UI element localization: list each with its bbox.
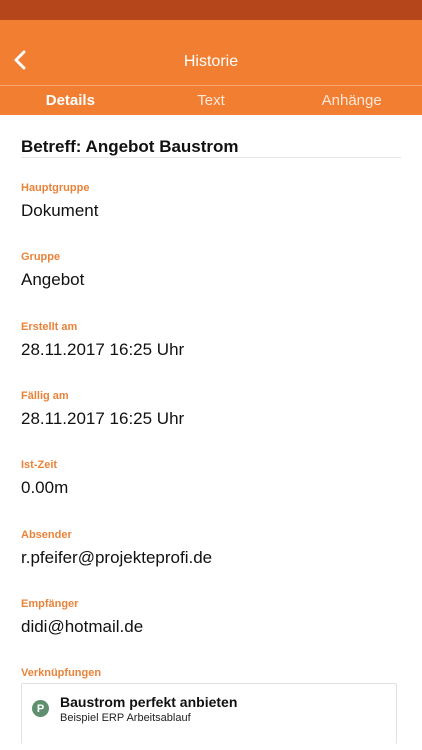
project-badge-icon: P [32, 700, 49, 717]
field-hauptgruppe: Hauptgruppe Dokument [21, 182, 401, 221]
field-value: 0.00m [21, 478, 69, 497]
detail-content: Betreff: Angebot Baustrom Hauptgruppe Do… [0, 115, 422, 750]
field-value: Dokument [21, 201, 99, 220]
linked-item-card[interactable]: P Baustrom perfekt anbieten Beispiel ERP… [21, 683, 397, 744]
field-label: Ist-Zeit [21, 459, 58, 471]
field-empfaenger: Empfänger didi@hotmail.de [21, 598, 401, 637]
page-title: Historie [183, 53, 239, 70]
field-gruppe: Gruppe Angebot [21, 251, 401, 290]
field-faellig-am: Fällig am 28.11.2017 16:25 Uhr [21, 390, 401, 429]
tab-details[interactable]: Details [0, 86, 141, 115]
field-value: 28.11.2017 16:25 Uhr [21, 409, 185, 428]
status-bar [0, 0, 422, 20]
linked-item-title: Baustrom perfekt anbieten [60, 694, 238, 710]
field-value[interactable]: didi@hotmail.de [21, 617, 401, 637]
field-label: Empfänger [21, 598, 79, 610]
subject-heading: Betreff: Angebot Baustrom [21, 137, 239, 156]
field-label: Fällig am [21, 390, 69, 402]
field-erstellt-am: Erstellt am 28.11.2017 16:25 Uhr [21, 321, 401, 360]
linked-item-subtitle: Beispiel ERP Arbeitsablauf [60, 712, 191, 724]
field-label: Absender [21, 529, 72, 541]
tab-text[interactable]: Text [141, 86, 282, 115]
field-label: Erstellt am [21, 321, 78, 333]
field-label: Gruppe [21, 251, 61, 263]
links-label: Verknüpfungen [21, 667, 102, 679]
field-value: 28.11.2017 16:25 Uhr [21, 340, 185, 359]
field-absender: Absender r.pfeifer@projekteprofi.de [21, 529, 401, 568]
field-label: Hauptgruppe [21, 182, 90, 194]
tab-bar: Details Text Anhänge [0, 86, 422, 115]
navigation-bar: Historie [0, 20, 422, 85]
field-ist-zeit: Ist-Zeit 0.00m [21, 459, 401, 498]
tab-attachments[interactable]: Anhänge [281, 86, 422, 115]
field-value[interactable]: r.pfeifer@projekteprofi.de [21, 548, 401, 568]
field-value: Angebot [21, 270, 85, 289]
subject-divider [21, 157, 401, 158]
